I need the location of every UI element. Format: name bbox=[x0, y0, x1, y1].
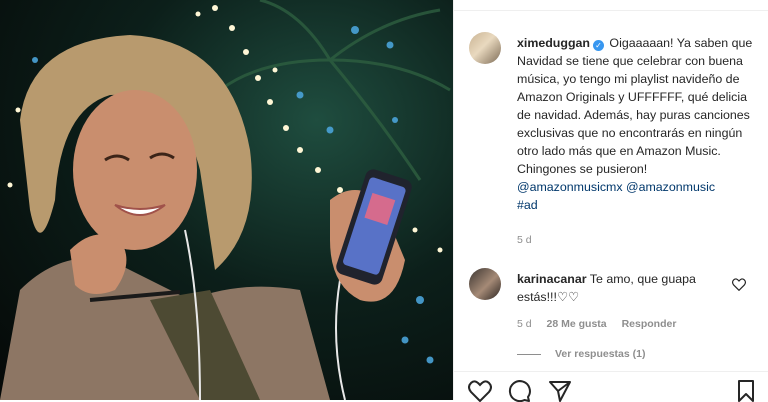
mention-link[interactable]: @amazonmusicmx bbox=[517, 180, 623, 194]
view-replies-button[interactable]: Ver respuestas (1) bbox=[517, 348, 645, 360]
post-caption: ximeduggan ✓ Oigaaaaan! Ya saben que Navi… bbox=[517, 34, 755, 214]
author-avatar[interactable] bbox=[469, 32, 501, 64]
post-timestamp[interactable]: 5 d bbox=[517, 234, 532, 246]
comment: karinacanar Te amo, que guapa estás!!!♡♡ bbox=[517, 270, 727, 306]
view-replies-label: Ver respuestas (1) bbox=[555, 348, 646, 360]
caption-text: Oigaaaaan! Ya saben que Navidad se tiene… bbox=[517, 36, 753, 176]
post-photo[interactable] bbox=[0, 0, 453, 400]
commenter-avatar[interactable] bbox=[469, 268, 501, 300]
comment-likes-count[interactable]: 28 Me gusta bbox=[547, 318, 607, 330]
comment-timestamp[interactable]: 5 d bbox=[517, 318, 532, 330]
comment-like-heart-icon[interactable] bbox=[732, 278, 746, 291]
verified-icon: ✓ bbox=[592, 40, 604, 51]
share-icon[interactable] bbox=[548, 380, 572, 402]
instagram-post: ximeduggan ✓ Oigaaaaan! Ya saben que Navi… bbox=[0, 0, 768, 402]
replies-dash bbox=[517, 353, 541, 355]
commenter-username[interactable]: karinacanar bbox=[517, 272, 587, 286]
heart-icon[interactable] bbox=[468, 380, 492, 402]
mention-link[interactable]: @amazonmusic bbox=[626, 180, 715, 194]
divider bbox=[454, 10, 768, 11]
post-actions bbox=[468, 380, 572, 402]
photo-illustration bbox=[0, 0, 451, 400]
bookmark-icon[interactable] bbox=[736, 380, 756, 402]
post-details-panel: ximeduggan ✓ Oigaaaaan! Ya saben que Navi… bbox=[453, 0, 768, 402]
comment-meta: 5 d 28 Me gusta Responder bbox=[517, 318, 688, 330]
divider bbox=[454, 371, 768, 372]
hashtag-link[interactable]: #ad bbox=[517, 198, 538, 212]
comment-icon[interactable] bbox=[508, 380, 532, 402]
reply-button[interactable]: Responder bbox=[622, 318, 677, 330]
author-username[interactable]: ximeduggan bbox=[517, 36, 590, 50]
